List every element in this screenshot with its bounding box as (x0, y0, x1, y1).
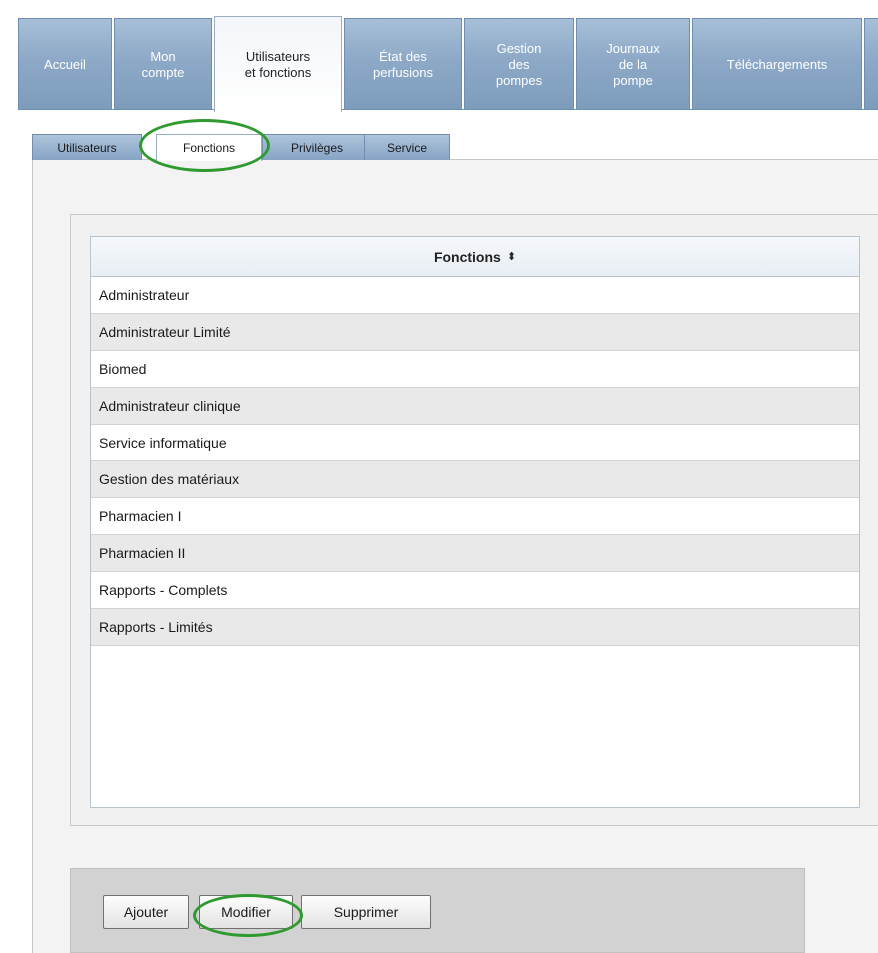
column-header-label: Fonctions (433, 248, 501, 265)
table-row[interactable]: Administrateur Limité (91, 313, 859, 351)
subtab-service[interactable]: Service (364, 134, 450, 160)
sub-tabs: Utilisateurs Fonctions Privilèges Servic… (32, 134, 532, 161)
tab-gestion-des-pompes[interactable]: Gestion des pompes (464, 18, 574, 110)
table-row[interactable]: Service informatique (91, 425, 859, 462)
table-row[interactable]: Gestion des matériaux (91, 461, 859, 499)
main-tabs-divider (18, 109, 878, 110)
subtab-privileges[interactable]: Privilèges (262, 134, 372, 160)
edit-button[interactable]: Modifier (199, 895, 293, 929)
add-button[interactable]: Ajouter (103, 895, 189, 929)
tab-utilisateurs-et-fonctions[interactable]: Utilisateurs et fonctions (214, 16, 342, 112)
table-row[interactable]: Pharmacien I (91, 498, 859, 536)
sort-icon[interactable]: ⬍ (507, 250, 516, 263)
tab-journaux-de-la-pompe[interactable]: Journaux de la pompe (576, 18, 690, 110)
tab-accueil[interactable]: Accueil (18, 18, 112, 110)
delete-button[interactable]: Supprimer (301, 895, 431, 929)
table-row[interactable]: Rapports - Complets (91, 572, 859, 610)
tab-telechargements[interactable]: Téléchargements (692, 18, 862, 110)
subtab-utilisateurs[interactable]: Utilisateurs (32, 134, 142, 160)
table-row[interactable]: Administrateur clinique (91, 387, 859, 425)
column-header-fonctions[interactable]: Fonctions ⬍ (91, 237, 859, 277)
table-row[interactable]: Administrateur (91, 277, 859, 314)
tab-mon-compte[interactable]: Mon compte (114, 18, 212, 110)
tab-more-edge[interactable] (864, 18, 878, 110)
table-row[interactable]: Pharmacien II (91, 535, 859, 573)
main-nav-tabs: Accueil Mon compte Utilisateurs et fonct… (18, 16, 878, 112)
action-button-bar: Ajouter Modifier Supprimer (70, 868, 805, 953)
tab-etat-des-perfusions[interactable]: État des perfusions (344, 18, 462, 110)
table-row[interactable]: Biomed (91, 351, 859, 388)
subtab-fonctions[interactable]: Fonctions (156, 134, 262, 161)
functions-table: Fonctions ⬍ Administrateur Administrateu… (90, 236, 860, 808)
table-row[interactable]: Rapports - Limités (91, 609, 859, 646)
